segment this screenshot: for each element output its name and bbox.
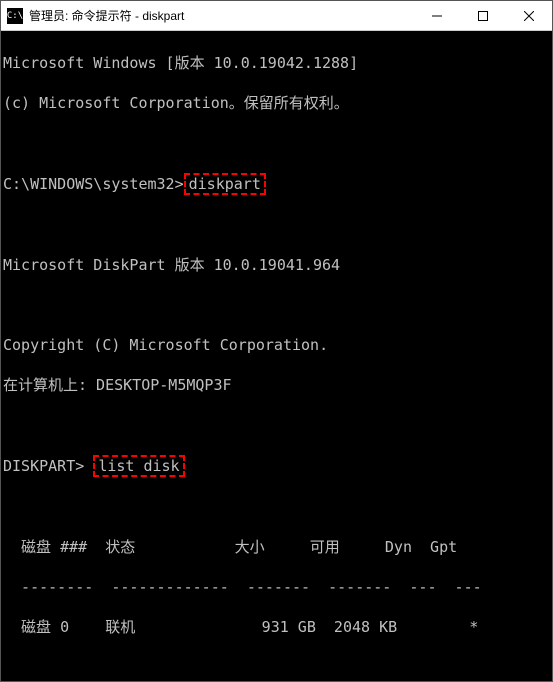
titlebar[interactable]: C:\ 管理员: 命令提示符 - diskpart [1,1,552,31]
output-line [3,133,550,153]
output-line [3,215,550,235]
prompt-line: C:\WINDOWS\system32>diskpart [3,173,550,195]
table-header: 磁盘 ### 状态 大小 可用 Dyn Gpt [3,537,550,557]
maximize-button[interactable] [460,1,506,30]
table-divider: -------- ------------- ------- ------- -… [3,577,550,597]
output-line: (c) Microsoft Corporation。保留所有权利。 [3,93,550,113]
prompt-text: C:\WINDOWS\system32> [3,175,184,193]
highlight-diskpart: diskpart [184,173,266,195]
output-line [3,497,550,517]
window-controls [414,1,552,30]
close-icon [524,11,534,21]
maximize-icon [478,11,488,21]
cmd-icon: C:\ [7,8,23,24]
highlight-list-disk: list disk [93,455,184,477]
output-line: Microsoft Windows [版本 10.0.19042.1288] [3,53,550,73]
prompt-line: DISKPART> list disk [3,455,550,477]
minimize-button[interactable] [414,1,460,30]
output-line: Microsoft DiskPart 版本 10.0.19041.964 [3,255,550,275]
minimize-icon [432,11,442,21]
output-line [3,415,550,435]
output-line: Copyright (C) Microsoft Corporation. [3,335,550,355]
cmd-window: C:\ 管理员: 命令提示符 - diskpart Microsoft Wind… [0,0,553,682]
output-line: 在计算机上: DESKTOP-M5MQP3F [3,375,550,395]
terminal-output[interactable]: Microsoft Windows [版本 10.0.19042.1288] (… [1,31,552,681]
close-button[interactable] [506,1,552,30]
output-line [3,657,550,677]
output-line [3,295,550,315]
prompt-text: DISKPART> [3,457,93,475]
window-title: 管理员: 命令提示符 - diskpart [29,7,414,24]
table-row: 磁盘 0 联机 931 GB 2048 KB * [3,617,550,637]
